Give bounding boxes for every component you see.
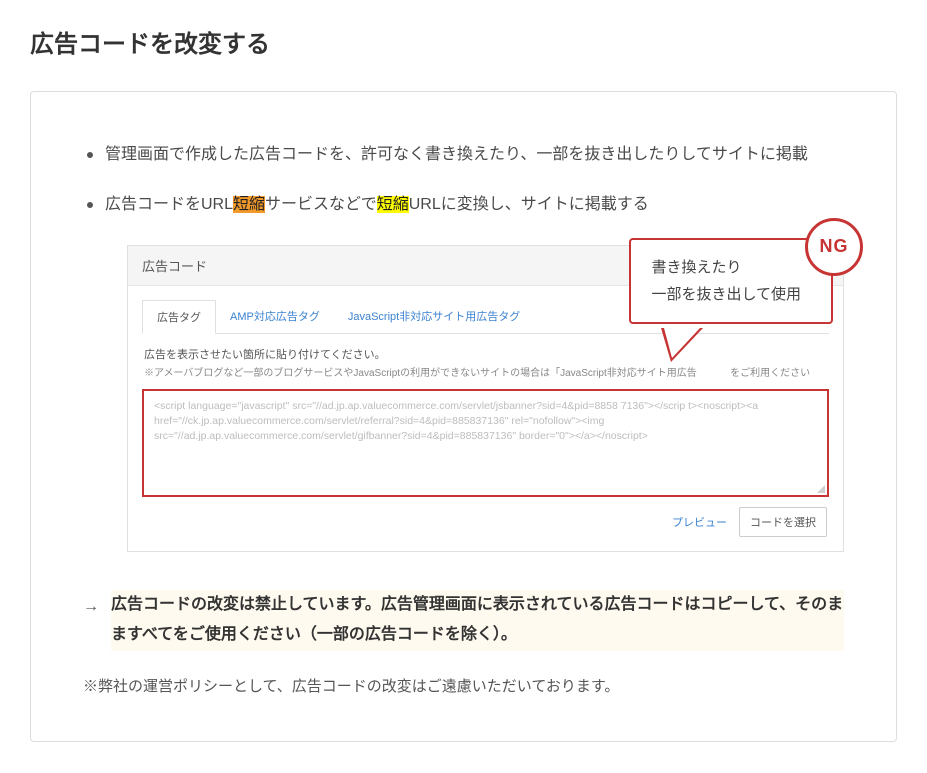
code-line: <script language="javascript" src="//ad.…	[154, 399, 817, 414]
callout-tail	[661, 328, 703, 362]
code-textarea[interactable]: <script language="javascript" src="//ad.…	[142, 389, 829, 497]
arrow-icon: →	[83, 590, 99, 622]
callout-line2: 一部を抜き出して使用	[651, 281, 801, 308]
panel-footer: プレビュー コードを選択	[142, 497, 829, 537]
rule-text-part: 広告コードをURL	[105, 196, 233, 213]
content-card: 管理画面で作成した広告コードを、許可なく書き換えたり、一部を抜き出したりしてサイ…	[30, 91, 897, 742]
callout-line1: 書き換えたり	[651, 254, 801, 281]
callout-box: 書き換えたり 一部を抜き出して使用	[629, 238, 833, 324]
panel-note: ※アメーバブログなど一部のブログサービスやJavaScriptの利用ができないサ…	[144, 364, 827, 379]
conclusion-line: → 広告コードの改変は禁止しています。広告管理画面に表示されている広告コードはコ…	[83, 590, 844, 651]
highlight-orange: 短縮	[233, 196, 265, 213]
ad-code-panel: NG 書き換えたり 一部を抜き出して使用 広告コード 広告タグ AMP対応広告タ…	[127, 245, 844, 552]
page-title: 広告コードを改変する	[30, 24, 897, 59]
select-code-button[interactable]: コードを選択	[739, 507, 827, 537]
panel-instruction: 広告を表示させたい箇所に貼り付けてください。	[144, 346, 827, 362]
rule-text-part: URLに変換し、サイトに掲載する	[409, 196, 649, 213]
tab-nojs[interactable]: JavaScript非対応サイト用広告タグ	[334, 300, 534, 333]
note-pre: ※アメーバブログなど一部のブログサービスやJavaScriptの利用ができないサ…	[144, 368, 697, 379]
ng-badge: NG	[805, 218, 863, 276]
conclusion-text: 広告コードの改変は禁止しています。広告管理画面に表示されている広告コードはコピー…	[111, 590, 844, 651]
preview-link[interactable]: プレビュー	[672, 514, 727, 530]
resize-handle-icon[interactable]	[817, 485, 825, 493]
code-line: href="//ck.jp.ap.valuecommerce.com/servl…	[154, 414, 817, 429]
rule-list: 管理画面で作成した広告コードを、許可なく書き換えたり、一部を抜き出したりしてサイ…	[83, 140, 844, 221]
highlight-yellow: 短縮	[377, 196, 409, 213]
list-item: 広告コードをURL短縮サービスなどで短縮URLに変換し、サイトに掲載する	[83, 190, 844, 220]
code-line: src="//ad.jp.ap.valuecommerce.com/servle…	[154, 429, 817, 444]
panel-body: 広告タグ AMP対応広告タグ JavaScript非対応サイト用広告タグ 広告を…	[128, 286, 843, 551]
rule-text-part: サービスなどで	[265, 196, 377, 213]
tab-ad[interactable]: 広告タグ	[142, 300, 216, 334]
note-post: をご利用ください	[730, 368, 810, 379]
disclaimer-text: ※弊社の運営ポリシーとして、広告コードの改変はご遠慮いただいております。	[83, 673, 844, 702]
tab-amp[interactable]: AMP対応広告タグ	[216, 300, 334, 333]
rule-text: 管理画面で作成した広告コードを、許可なく書き換えたり、一部を抜き出したりしてサイ…	[105, 146, 808, 163]
list-item: 管理画面で作成した広告コードを、許可なく書き換えたり、一部を抜き出したりしてサイ…	[83, 140, 844, 170]
